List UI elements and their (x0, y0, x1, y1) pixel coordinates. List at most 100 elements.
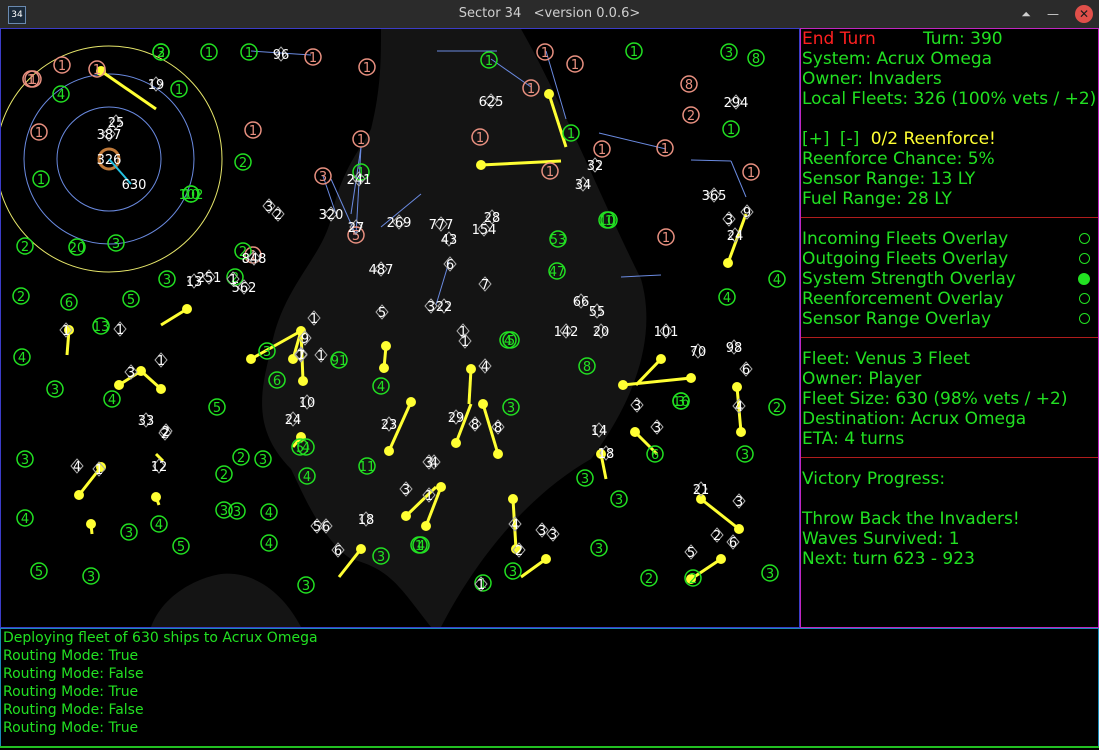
fleet-label[interactable]: 10 (299, 394, 316, 411)
fleet-marker[interactable] (384, 446, 394, 456)
close-button[interactable]: ✕ (1075, 5, 1093, 23)
star-system[interactable]: 5 (208, 398, 226, 416)
fleet-label[interactable]: 5 (684, 544, 698, 561)
star-system[interactable]: 2 (768, 398, 786, 416)
fleet-label[interactable]: 14 (591, 422, 608, 439)
fleet-label[interactable]: 66 (573, 293, 590, 310)
fleet-label[interactable]: 70 (690, 343, 707, 360)
minimize-button[interactable]: — (1044, 5, 1062, 23)
star-system[interactable]: 2 (234, 153, 252, 171)
fleet-marker[interactable] (723, 258, 733, 268)
fleet-marker[interactable] (736, 427, 746, 437)
fleet-marker[interactable] (421, 521, 431, 531)
fleet-marker[interactable] (686, 373, 696, 383)
fleet-label[interactable]: 320 (319, 206, 344, 223)
star-system[interactable]: 3 (82, 567, 100, 585)
star-system[interactable]: 47 (548, 262, 566, 280)
fleet-label[interactable]: 3 (535, 522, 549, 539)
star-system[interactable]: 3 (504, 562, 522, 580)
radio-icon[interactable] (1079, 253, 1090, 264)
star-system[interactable]: 1 (244, 121, 262, 139)
fleet-label[interactable]: 487 (369, 261, 394, 278)
fleet-marker[interactable] (156, 384, 166, 394)
fleet-label[interactable]: 6 (726, 534, 740, 551)
fleet-marker[interactable] (406, 397, 416, 407)
star-system[interactable]: 1 (593, 140, 611, 158)
fleet-label[interactable]: 22 (436, 298, 453, 315)
overlay-reenforcement[interactable]: Reenforcement Overlay (801, 289, 1098, 309)
star-system[interactable]: 4 (768, 270, 786, 288)
star-system[interactable]: 6 (646, 445, 664, 463)
fleet-marker[interactable] (401, 511, 411, 521)
star-system[interactable]: 3 (120, 523, 138, 541)
star-system[interactable]: 1 (742, 163, 760, 181)
fleet-marker[interactable] (544, 89, 554, 99)
star-system[interactable]: 10 (598, 211, 616, 229)
fleet-marker[interactable] (136, 366, 146, 376)
star-system[interactable]: 1 (722, 120, 740, 138)
fleet-marker[interactable] (656, 354, 666, 364)
fleet-marker[interactable] (716, 554, 726, 564)
fleet-label[interactable]: 154 (472, 221, 497, 238)
fleet-label[interactable]: 23 (381, 416, 398, 433)
fleet-label[interactable]: 3 (732, 493, 746, 510)
star-system[interactable]: 2 (16, 237, 34, 255)
fleet-label[interactable]: 848 (242, 250, 267, 267)
end-turn-button[interactable]: End Turn (802, 29, 876, 49)
fleet-marker[interactable] (74, 490, 84, 500)
star-system[interactable]: 3 (720, 43, 738, 61)
star-system[interactable]: 6 (60, 293, 78, 311)
fleet-label[interactable]: 142 (554, 323, 579, 340)
star-system[interactable]: 2 (640, 569, 658, 587)
fleet-marker[interactable] (466, 364, 476, 374)
radio-icon[interactable] (1078, 273, 1090, 285)
star-system[interactable]: 3 (46, 380, 64, 398)
radio-icon[interactable] (1079, 313, 1090, 324)
star-system[interactable]: 3 (761, 564, 779, 582)
overlay-system-strength[interactable]: System Strength Overlay (801, 269, 1098, 289)
star-system[interactable]: 4 (16, 509, 34, 527)
fleet-label[interactable]: 269 (387, 214, 412, 231)
star-map-canvas[interactable]: 326630 2 1 1 11111 3 882111 111153111111421111… (0, 29, 799, 627)
fleet-label[interactable]: 33 (138, 412, 155, 429)
reenforce-minus-button[interactable]: [-] (840, 129, 859, 149)
star-system[interactable]: 3 (158, 270, 176, 288)
star-system[interactable]: 11 (358, 457, 376, 475)
star-system[interactable]: 1 (53, 56, 71, 74)
star-system[interactable]: 3 (297, 576, 315, 594)
fleet-marker[interactable] (381, 341, 391, 351)
radio-icon[interactable] (1079, 293, 1090, 304)
star-system[interactable]: 1 (170, 80, 188, 98)
star-system[interactable]: 5 (30, 562, 48, 580)
fleet-label[interactable]: 18 (598, 445, 615, 462)
fleet-marker[interactable] (476, 160, 486, 170)
star-system[interactable]: 53 (549, 230, 567, 248)
fleet-label[interactable]: 4 (732, 398, 746, 415)
fleet-label[interactable]: 96 (273, 46, 290, 63)
fleet-marker[interactable] (436, 482, 446, 492)
fleet-label[interactable]: 3 (630, 397, 644, 414)
star-system[interactable]: 16 (672, 392, 690, 410)
fleet-marker[interactable] (734, 524, 744, 534)
fleet-label[interactable]: 20 (593, 323, 610, 340)
fleet-label[interactable]: 29 (448, 409, 465, 426)
fleet-label[interactable]: 27 (348, 219, 365, 236)
overlay-incoming-fleets[interactable]: Incoming Fleets Overlay (801, 229, 1098, 249)
fleet-label[interactable]: 3 (722, 211, 736, 228)
star-system[interactable]: 4 (52, 85, 70, 103)
fleet-label[interactable]: 24 (285, 411, 302, 428)
star-system[interactable]: 1 (240, 43, 258, 61)
fleet-label[interactable]: 4 (70, 458, 84, 475)
fleet-label[interactable]: 19 (148, 76, 165, 93)
star-system[interactable]: 102 (179, 185, 204, 203)
star-system[interactable]: 1 (30, 123, 48, 141)
fleet-label[interactable]: 2 (710, 527, 724, 544)
star-system[interactable]: 13 (92, 317, 110, 335)
star-system[interactable]: 3 (314, 167, 332, 185)
star-system[interactable]: 20 (68, 238, 86, 256)
fleet-label[interactable]: 251 (197, 269, 222, 286)
star-system[interactable]: 3 (576, 469, 594, 487)
star-system[interactable]: 2 (682, 106, 700, 124)
star-system[interactable]: 4 (103, 390, 121, 408)
star-system[interactable]: 1 (200, 43, 218, 61)
